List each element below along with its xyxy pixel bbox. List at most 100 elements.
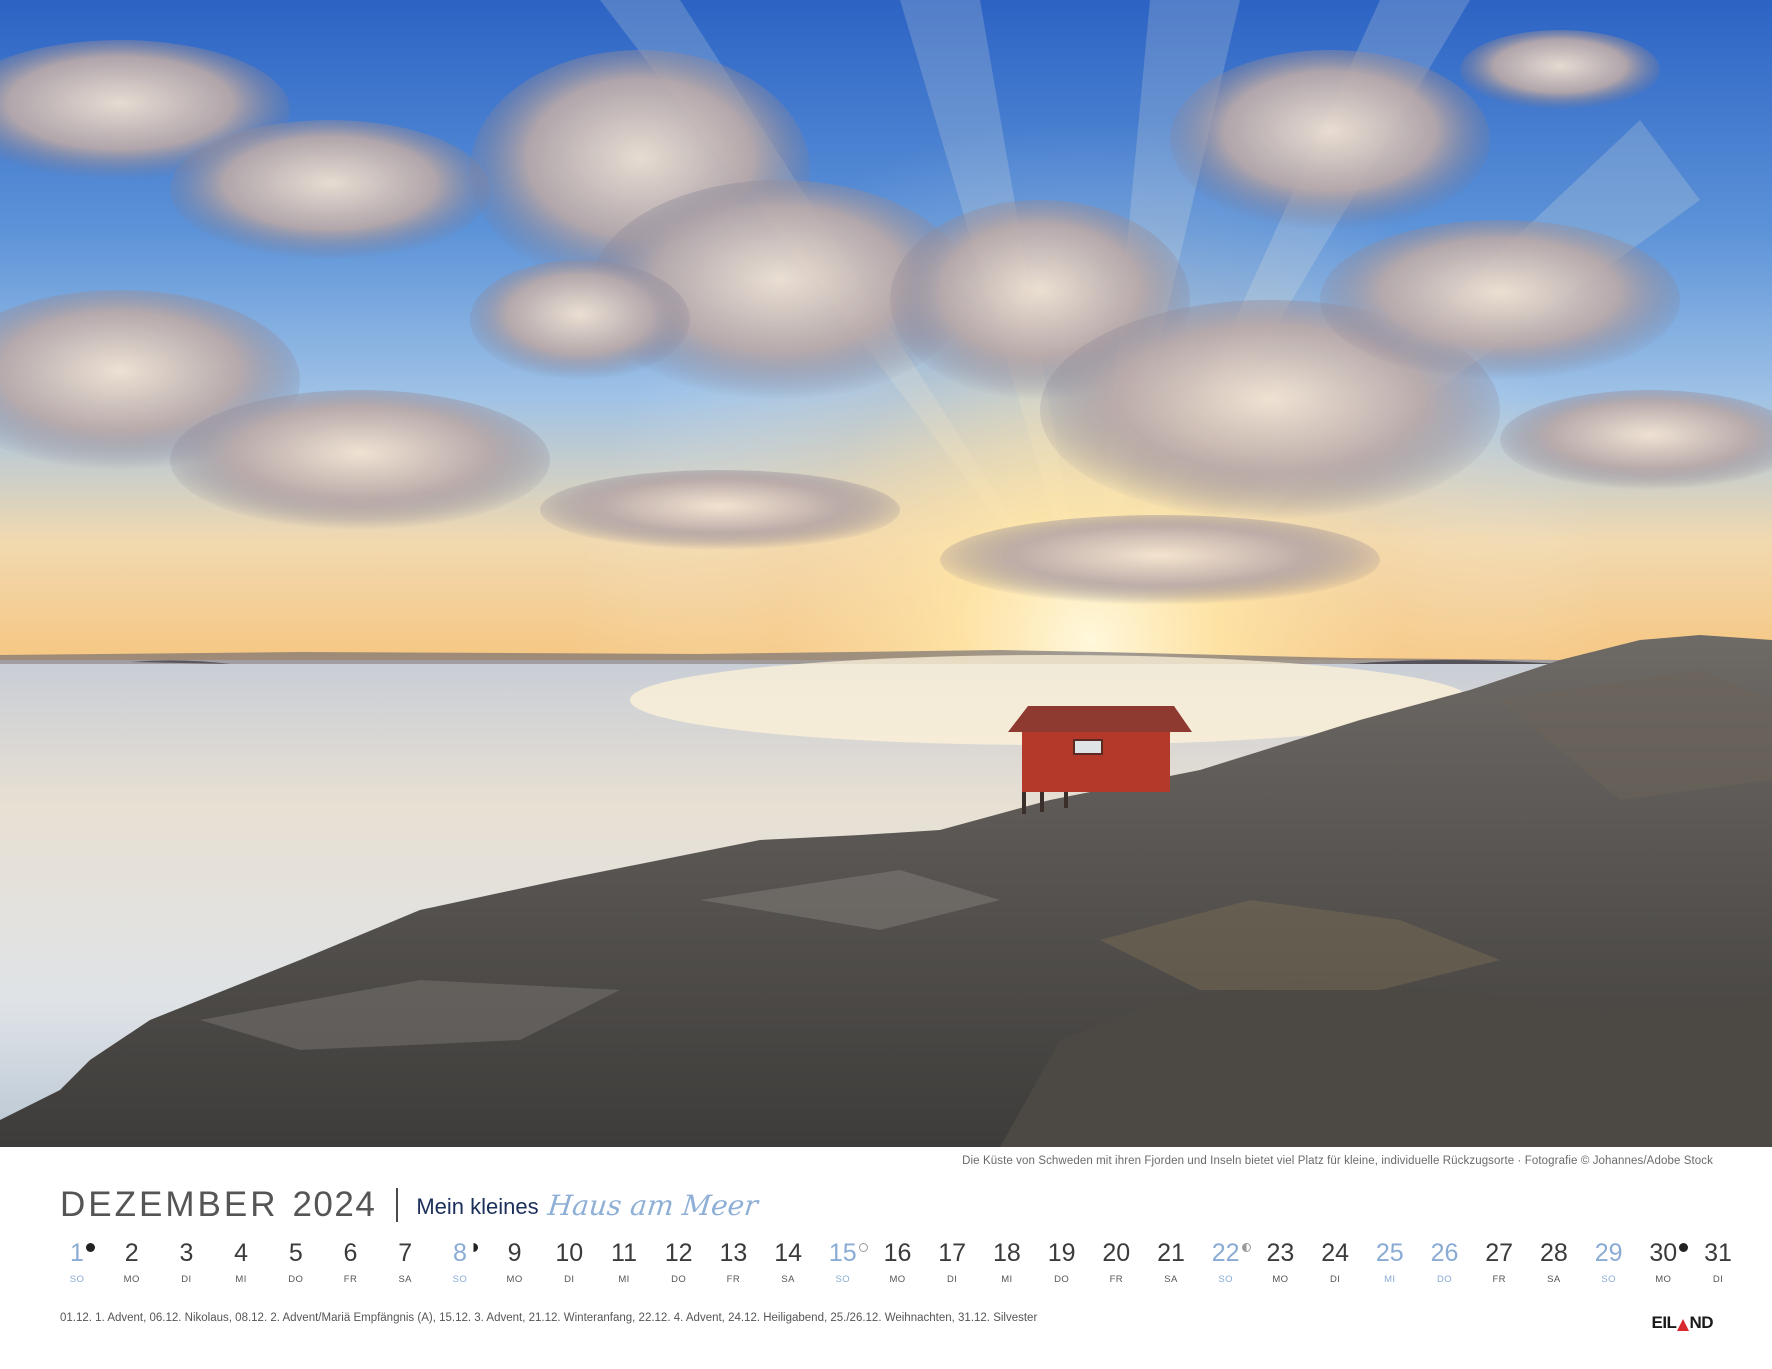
day-strip: 1 SO 2 MO 3 DI 4 MI 5 DO 6 FR 7 SA 8 SO 9 MO 10 DI 11 MI 12 DO 1… [52,1238,1732,1298]
day-number: 10 [555,1239,584,1267]
weekday-label: DO [288,1274,304,1285]
weekday-label: DI [947,1274,958,1285]
weekday-label: SA [1164,1274,1178,1285]
day-number: 4 [234,1239,249,1267]
weekday-label: DI [1712,1274,1724,1285]
day-cell: 31 DI [1693,1238,1743,1287]
weekday-label: DO [1054,1274,1070,1285]
day-cell: 19 DO [1037,1238,1087,1287]
day-number: 13 [719,1239,748,1267]
weekday-label: SO [1601,1274,1616,1285]
weekday-label: DI [181,1274,192,1285]
weekday-label: FR [1492,1274,1506,1285]
weekday-label: SO [835,1274,851,1285]
day-cell: 29 SO [1584,1238,1634,1287]
day-number: 29 [1594,1239,1623,1267]
day-number: 1 [70,1239,84,1267]
day-number: 24 [1321,1239,1349,1267]
photo-caption: Die Küste von Schweden mit ihren Fjorden… [962,1155,1713,1167]
weekday-label: FR [1109,1274,1124,1285]
holiday-list: 01.12. 1. Advent, 06.12. Nikolaus, 08.12… [60,1312,1038,1324]
weekday-label: SA [781,1274,795,1285]
weekday-label: MO [1272,1274,1289,1285]
weekday-label: DI [564,1274,575,1285]
day-cell: 7 SA [380,1238,430,1287]
day-number: 20 [1102,1239,1131,1267]
weekday-label: MI [1384,1274,1396,1285]
day-cell: 8 SO [435,1238,485,1287]
day-number: 18 [992,1239,1021,1267]
day-number: 16 [883,1239,912,1267]
day-number: 3 [179,1239,194,1267]
weekday-label: DO [1436,1274,1453,1285]
day-number: 15 [828,1239,857,1267]
day-number: 8 [452,1239,467,1267]
weekday-label: SO [69,1274,85,1285]
day-number: 11 [611,1239,637,1267]
year: 2024 [292,1185,377,1224]
day-cell: 16 MO [873,1238,923,1287]
day-cell: 17 DI [927,1238,977,1287]
day-number: 12 [664,1239,693,1267]
day-cell: 22 SO [1201,1238,1251,1287]
day-cell: 1 SO [52,1238,102,1287]
day-cell: 14 SA [763,1238,813,1287]
calendar-title: DEZEMBER 2024 Mein kleines Haus am Meer [60,1180,760,1230]
day-number: 23 [1266,1239,1295,1267]
day-number: 2 [124,1239,139,1267]
weekday-label: MO [506,1274,523,1285]
day-cell: 9 MO [490,1238,540,1287]
weekday-label: MO [889,1274,906,1285]
weekday-label: MI [1001,1274,1013,1285]
day-number: 5 [288,1239,303,1267]
logo-text-right: ND [1689,1313,1713,1332]
day-number: 27 [1485,1239,1514,1267]
day-number: 30 [1649,1239,1678,1267]
day-number: 7 [398,1239,413,1267]
day-cell: 21 SA [1146,1238,1196,1287]
day-cell: 23 MO [1255,1238,1305,1287]
weekday-label: SA [398,1274,412,1285]
series-title-script: Haus am Meer [545,1188,760,1222]
day-cell: 5 DO [271,1238,321,1287]
calendar-photo [0,0,1772,1147]
series-title: Mein kleines [416,1194,539,1219]
weekday-label: DI [1329,1274,1341,1285]
month-name: DEZEMBER [60,1185,279,1224]
day-cell: 10 DI [544,1238,594,1287]
day-cell: 11 MI [599,1238,649,1287]
day-cell: 20 FR [1091,1238,1141,1287]
day-number: 22 [1211,1239,1240,1267]
weekday-label: MI [235,1274,247,1285]
weekday-label: SO [452,1274,468,1285]
weekday-label: DO [671,1274,687,1285]
weekday-label: MO [1655,1274,1672,1285]
day-number: 31 [1704,1239,1732,1267]
day-number: 17 [938,1239,967,1267]
day-number: 19 [1047,1239,1076,1267]
eiland-logo: EIL ND [1651,1313,1713,1333]
day-cell: 18 MI [982,1238,1032,1287]
weekday-label: SA [1547,1274,1561,1285]
weekday-label: FR [343,1274,358,1285]
day-cell: 30 MO [1638,1238,1689,1287]
day-number: 21 [1157,1239,1185,1267]
day-cell: 12 DO [654,1238,704,1287]
day-number: 14 [774,1239,802,1267]
day-number: 25 [1375,1239,1404,1267]
day-cell: 25 MI [1365,1238,1415,1287]
logo-text-left: EIL [1651,1313,1677,1332]
weekday-label: SO [1218,1274,1233,1285]
day-cell: 26 DO [1420,1238,1470,1287]
photo-landscape [0,0,1772,1147]
weekday-label: MI [618,1274,630,1285]
day-cell: 4 MI [216,1238,266,1287]
day-number: 26 [1430,1239,1459,1267]
day-cell: 13 FR [708,1238,758,1287]
day-cell: 15 SO [818,1238,868,1287]
day-cell: 24 DI [1310,1238,1360,1287]
logo-triangle-icon [1676,1319,1689,1331]
day-cell: 3 DI [161,1238,211,1287]
day-cell: 28 SA [1529,1238,1579,1287]
title-divider [396,1188,399,1222]
